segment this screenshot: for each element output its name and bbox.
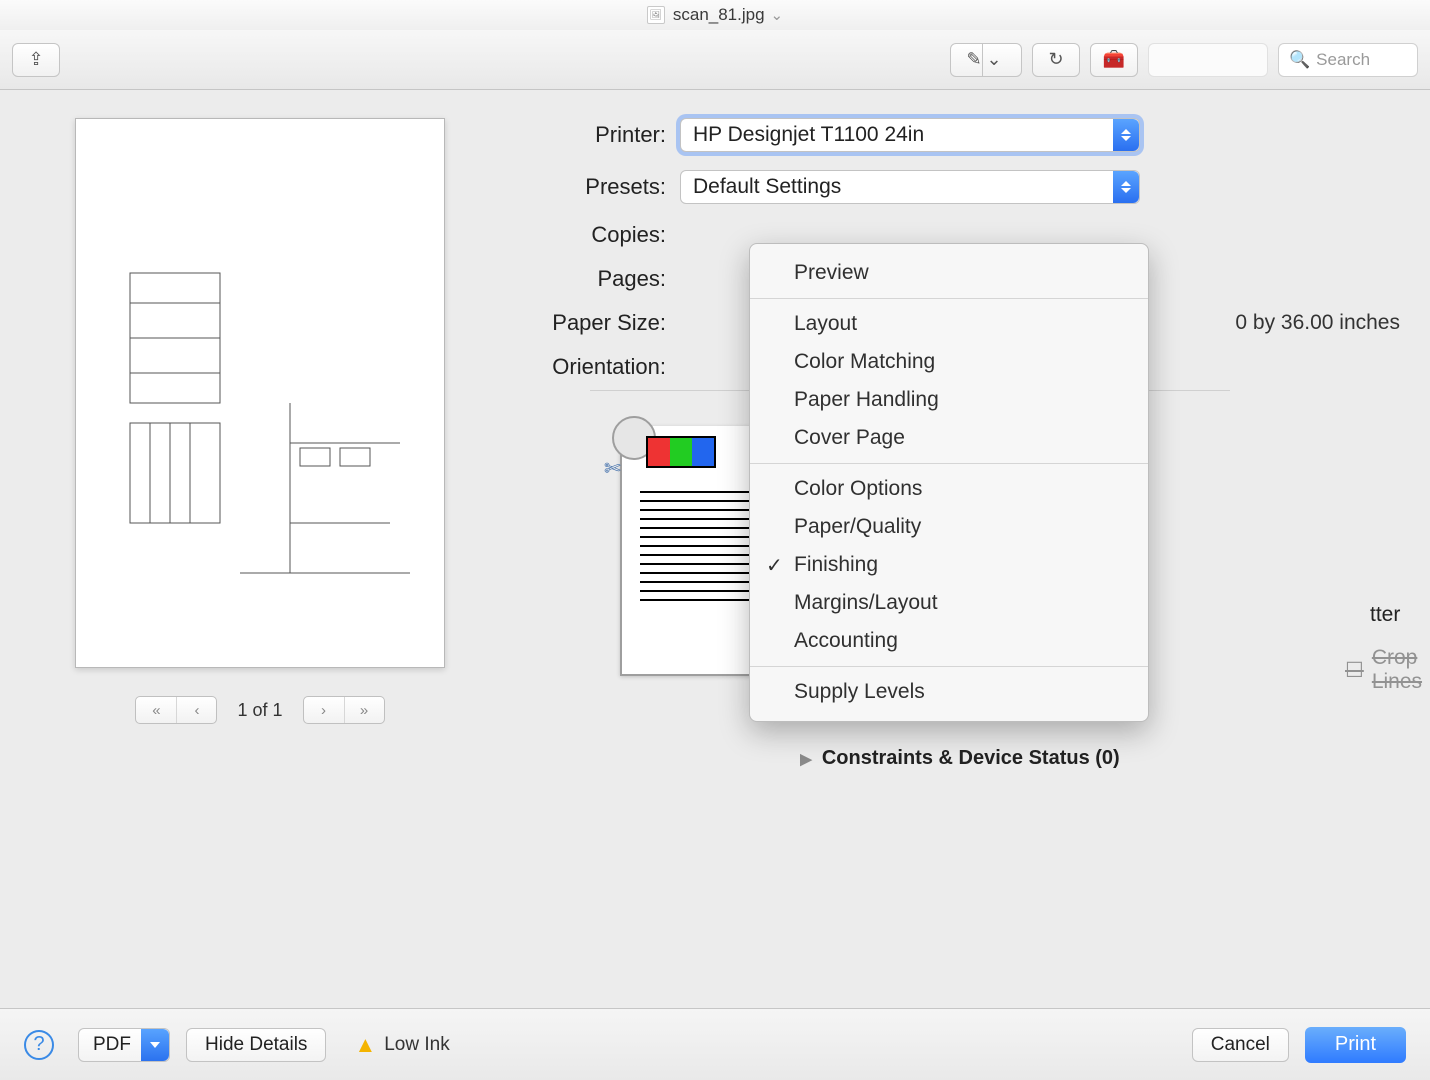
cutter-option-fragment: tter — [1370, 603, 1400, 627]
toolbox-icon: 🧰 — [1103, 49, 1125, 70]
presets-select[interactable]: Default Settings — [680, 170, 1140, 204]
search-icon: 🔍 — [1289, 50, 1310, 70]
toolbar-empty-slot — [1148, 43, 1268, 77]
triangle-right-icon: ▶ — [800, 750, 812, 768]
menu-item-color-matching[interactable]: Color Matching — [750, 343, 1148, 381]
menu-item-margins-layout[interactable]: Margins/Layout — [750, 584, 1148, 622]
menu-item-finishing[interactable]: Finishing — [750, 546, 1148, 584]
pencil-icon: ✎ — [966, 49, 981, 70]
menu-item-accounting[interactable]: Accounting — [750, 622, 1148, 660]
rotate-button[interactable]: ↻ — [1032, 43, 1080, 77]
app-toolbar: ⇪ ✎ ⌄ ↻ 🧰 🔍 Search — [0, 30, 1430, 90]
window-title: scan_81.jpg — [673, 5, 765, 25]
menu-separator — [750, 666, 1148, 667]
title-chevron-icon[interactable]: ⌄ — [771, 6, 784, 24]
toolbox-button[interactable]: 🧰 — [1090, 43, 1138, 77]
panel-selector-menu[interactable]: Preview Layout Color Matching Paper Hand… — [749, 243, 1149, 722]
print-button[interactable]: Print — [1305, 1027, 1406, 1063]
search-field[interactable]: 🔍 Search — [1278, 43, 1418, 77]
dialog-footer: ? PDF Hide Details ▲ Low Ink Cancel Prin… — [0, 1008, 1430, 1080]
menu-item-cover-page[interactable]: Cover Page — [750, 419, 1148, 457]
page-preview — [75, 118, 445, 668]
menu-item-layout[interactable]: Layout — [750, 305, 1148, 343]
menu-separator — [750, 463, 1148, 464]
share-icon: ⇪ — [28, 49, 43, 70]
search-placeholder: Search — [1316, 50, 1370, 70]
papersize-info: 0 by 36.00 inches — [1235, 311, 1400, 335]
share-button[interactable]: ⇪ — [12, 43, 60, 77]
checkbox-icon: ☐ — [1345, 658, 1364, 683]
chevron-down-icon — [141, 1029, 169, 1061]
cancel-button[interactable]: Cancel — [1192, 1028, 1289, 1062]
pages-label: Pages: — [520, 266, 680, 292]
chevron-down-icon[interactable]: ⌄ — [982, 44, 1006, 76]
scissors-icon: ✄ — [604, 456, 621, 481]
pager-index: 1 of 1 — [237, 700, 282, 721]
constraints-label: Constraints & Device Status (0) — [822, 747, 1120, 770]
presets-value: Default Settings — [693, 175, 841, 199]
printer-label: Printer: — [520, 122, 680, 148]
copies-label: Copies: — [520, 222, 680, 248]
pager-prev-button[interactable]: ‹ — [176, 697, 216, 723]
printer-select[interactable]: HP Designjet T1100 24in — [680, 118, 1140, 152]
presets-label: Presets: — [520, 174, 680, 200]
crop-lines-checkbox[interactable]: ☐ Crop Lines — [1345, 646, 1422, 694]
menu-item-paper-handling[interactable]: Paper Handling — [750, 381, 1148, 419]
pdf-menu-button[interactable]: PDF — [78, 1028, 170, 1062]
document-icon: 🖼 — [647, 6, 665, 24]
papersize-label: Paper Size: — [520, 310, 680, 336]
preview-sketch — [90, 143, 430, 643]
printer-value: HP Designjet T1100 24in — [693, 123, 924, 147]
print-dialog: « ‹ 1 of 1 › » Printer: HP Designjet T11… — [0, 90, 1430, 1080]
hide-details-button[interactable]: Hide Details — [186, 1028, 326, 1062]
menu-item-color-options[interactable]: Color Options — [750, 470, 1148, 508]
warning-icon: ▲ — [354, 1032, 376, 1058]
select-stepper-icon — [1113, 171, 1139, 203]
orientation-label: Orientation: — [520, 354, 680, 380]
pager-last-button[interactable]: » — [344, 697, 384, 723]
menu-item-paper-quality[interactable]: Paper/Quality — [750, 508, 1148, 546]
select-stepper-icon — [1113, 119, 1139, 151]
markup-button[interactable]: ✎ ⌄ — [950, 43, 1022, 77]
pager-first-button[interactable]: « — [136, 697, 176, 723]
rotate-icon: ↻ — [1048, 49, 1063, 70]
menu-item-preview[interactable]: Preview — [750, 254, 1148, 292]
menu-item-supply-levels[interactable]: Supply Levels — [750, 673, 1148, 711]
constraints-disclosure[interactable]: ▶ Constraints & Device Status (0) — [520, 747, 1400, 770]
menu-separator — [750, 298, 1148, 299]
low-ink-warning: ▲ Low Ink — [354, 1032, 449, 1058]
help-button[interactable]: ? — [24, 1030, 54, 1060]
window-titlebar: 🖼 scan_81.jpg ⌄ — [0, 0, 1430, 30]
pager-next-button[interactable]: › — [304, 697, 344, 723]
pager: « ‹ 1 of 1 › » — [135, 696, 384, 724]
